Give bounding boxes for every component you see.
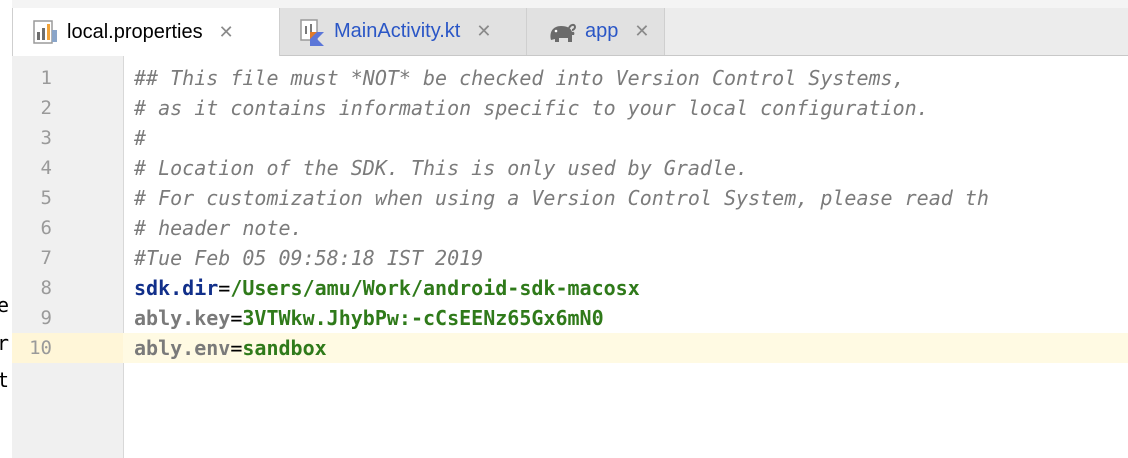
comment-text: # For customization when using a Version… [134,186,989,210]
code-line[interactable]: 5 # For customization when using a Versi… [12,183,1128,213]
close-icon[interactable]: ✕ [476,21,491,42]
line-number: 3 [40,127,52,149]
property-key: ably.key [134,306,231,330]
tab-mainactivity[interactable]: MainActivity.kt ✕ [280,8,527,55]
code-line[interactable]: 8 sdk.dir=/Users/amu/Work/android-sdk-ma… [12,273,1128,303]
line-number: 9 [40,307,52,329]
code-line[interactable]: 4 # Location of the SDK. This is only us… [12,153,1128,183]
code-line[interactable]: 1 ## This file must *NOT* be checked int… [12,63,1128,93]
tab-label: app [585,20,619,42]
close-icon[interactable]: ✕ [219,22,234,43]
line-number: 4 [40,157,52,179]
property-value: 3VTWkw.JhybPw:-cCsEENz65Gx6mN0 [242,306,604,330]
code-line[interactable]: 2 # as it contains information specific … [12,93,1128,123]
code-line[interactable]: 3 # [12,123,1128,153]
line-number: 2 [40,97,52,119]
property-key: sdk.dir [134,276,219,300]
equals-sign: = [230,306,243,330]
tab-label: local.properties [67,20,203,43]
comment-text: # Location of the SDK. This is only used… [134,156,749,180]
tab-app[interactable]: app ✕ [527,8,665,55]
line-number: 8 [40,277,52,299]
property-value: sandbox [242,336,327,360]
equals-sign: = [218,276,231,300]
property-line: sdk.dir=/Users/amu/Work/android-sdk-maco… [134,276,640,300]
code-editor[interactable]: 1 ## This file must *NOT* be checked int… [12,56,1128,458]
property-value: /Users/amu/Work/android-sdk-macosx [230,276,640,300]
comment-text: # [134,126,147,150]
property-line: ably.key=3VTWkw.JhybPw:-cCsEENz65Gx6mN0 [134,306,604,330]
comment-text: # header note. [134,216,303,240]
code-line-current[interactable]: 10 ably.env=sandbox [12,333,1128,363]
property-line: ably.env=sandbox [134,336,327,360]
code-line[interactable]: 7 #Tue Feb 05 09:58:18 IST 2019 [12,243,1128,273]
line-number: 6 [40,217,52,239]
code-line[interactable]: 9 ably.key=3VTWkw.JhybPw:-cCsEENz65Gx6mN… [12,303,1128,333]
cut-off-text: t [0,368,10,392]
cut-off-text: e [0,293,10,317]
equals-sign: = [230,336,243,360]
property-key: ably.env [134,336,231,360]
editor-tab-bar: local.properties ✕ MainActivity.kt ✕ app… [12,0,1128,56]
line-number: 1 [40,67,52,89]
left-pane-edge: e r t [0,0,12,458]
code-line[interactable]: 6 # header note. [12,213,1128,243]
kotlin-file-icon [300,18,326,46]
properties-file-icon [33,18,59,46]
line-number: 7 [40,247,52,269]
line-number: 10 [29,337,52,359]
cut-off-text: r [0,331,10,355]
line-number: 5 [40,187,52,209]
close-icon[interactable]: ✕ [634,21,649,42]
comment-text: # as it contains information specific to… [134,96,929,120]
comment-text: #Tue Feb 05 09:58:18 IST 2019 [134,246,484,270]
tab-label: MainActivity.kt [334,20,461,42]
comment-text: ## This file must *NOT* be checked into … [134,66,905,90]
gradle-elephant-icon [547,18,577,46]
tab-local-properties[interactable]: local.properties ✕ [12,8,280,56]
